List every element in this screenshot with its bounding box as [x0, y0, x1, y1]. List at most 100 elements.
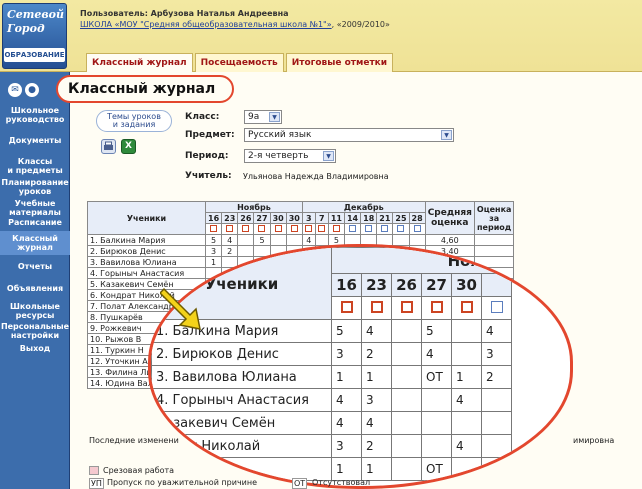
grade-cell[interactable] [451, 342, 482, 366]
grade-cell[interactable]: 4 [221, 234, 239, 246]
lesson-checkbox[interactable] [430, 300, 443, 313]
lesson-topics-button[interactable]: Темы уроков и задания [96, 110, 172, 132]
student-name[interactable]: Казакевич Семён [151, 411, 332, 435]
grade-cell[interactable]: 2 [361, 434, 392, 458]
subject-select[interactable]: Русский язык ▼ [244, 128, 454, 142]
grade-cell[interactable] [451, 457, 482, 481]
lesson-checkbox[interactable] [318, 224, 326, 232]
grade-cell[interactable] [391, 388, 422, 412]
period-grade[interactable] [473, 234, 515, 246]
mail-icon[interactable]: ✉ [8, 83, 22, 97]
grade-cell[interactable]: ОТ [421, 457, 452, 481]
grade-cell[interactable]: 5 [331, 319, 362, 343]
grade-cell[interactable] [392, 234, 410, 246]
grade-cell[interactable] [451, 319, 482, 343]
lesson-checkbox[interactable] [400, 300, 413, 313]
grade-cell[interactable]: 4 [361, 319, 392, 343]
lesson-checkbox[interactable] [365, 224, 373, 232]
lesson-checkbox[interactable] [210, 224, 218, 232]
class-select[interactable]: 9а ▼ [244, 110, 282, 124]
grade-cell[interactable]: 4 [331, 411, 362, 435]
grade-cell[interactable] [391, 342, 422, 366]
period-select[interactable]: 2-я четверть ▼ [244, 149, 336, 163]
grade-cell[interactable]: 3 [331, 434, 362, 458]
grade-cell[interactable]: 2 [481, 365, 512, 389]
lesson-checkbox[interactable] [258, 224, 266, 232]
grade-cell[interactable]: 2 [361, 342, 392, 366]
lesson-checkbox[interactable] [226, 224, 234, 232]
sidebar-item-11[interactable]: Выход [0, 344, 70, 353]
grade-cell[interactable]: 1 [331, 365, 362, 389]
grade-cell[interactable] [285, 234, 303, 246]
grade-cell[interactable] [408, 234, 426, 246]
grade-cell[interactable]: 3 [361, 388, 392, 412]
grade-cell[interactable] [481, 457, 512, 481]
sidebar-item-0[interactable]: Школьное руководство [0, 106, 70, 124]
grade-cell[interactable]: 5 [204, 234, 223, 246]
lesson-checkbox[interactable] [381, 224, 389, 232]
lesson-checkbox[interactable] [274, 224, 282, 232]
grade-cell[interactable]: 4 [451, 388, 482, 412]
grade-cell[interactable]: 4 [331, 388, 362, 412]
lesson-checkbox[interactable] [290, 224, 298, 232]
grade-cell[interactable]: 4 [421, 342, 452, 366]
sidebar-item-7[interactable]: Отчеты [0, 262, 70, 271]
grade-cell[interactable] [481, 388, 512, 412]
excel-export-icon[interactable]: X [121, 139, 136, 154]
printer-icon[interactable] [101, 139, 116, 154]
grade-cell[interactable]: 4 [301, 234, 316, 246]
sidebar-item-2[interactable]: Классы и предметы [0, 157, 70, 175]
student-name[interactable]: 3. Вавилова Юлиана [151, 365, 332, 389]
grade-cell[interactable] [481, 411, 512, 435]
student-name[interactable]: ндрат Николай [151, 434, 332, 458]
tab-attendance[interactable]: Посещаемость [194, 53, 284, 72]
lesson-checkbox[interactable] [242, 224, 250, 232]
sidebar-item-10[interactable]: Персональные настройки [0, 322, 70, 340]
grade-cell[interactable]: 4 [361, 411, 392, 435]
grade-cell[interactable]: 4 [451, 434, 482, 458]
lesson-checkbox[interactable] [397, 224, 405, 232]
lesson-checkbox[interactable] [460, 300, 473, 313]
grade-cell[interactable] [314, 234, 329, 246]
grade-cell[interactable] [391, 457, 422, 481]
school-link[interactable]: ШКОЛА «МОУ "Средняя общеобразовательная … [80, 20, 332, 29]
sidebar-item-1[interactable]: Документы [0, 136, 70, 145]
sidebar-item-6[interactable]: Классный журнал [0, 231, 70, 255]
grade-cell[interactable]: 1 [361, 365, 392, 389]
grade-cell[interactable] [391, 434, 422, 458]
logo[interactable]: Сетевой Город ОБРАЗОВАНИЕ [2, 3, 67, 69]
sidebar-item-4[interactable]: Учебные материалы [0, 199, 70, 217]
sidebar-item-8[interactable]: Объявления [0, 284, 70, 293]
sidebar-item-3[interactable]: Планирование уроков [0, 178, 70, 196]
lesson-checkbox[interactable] [305, 224, 313, 232]
lesson-checkbox[interactable] [340, 300, 353, 313]
grade-cell[interactable]: ОТ [421, 365, 452, 389]
grade-cell[interactable]: 5 [421, 319, 452, 343]
grade-cell[interactable] [421, 434, 452, 458]
grade-cell[interactable] [237, 234, 255, 246]
lesson-checkbox[interactable] [349, 224, 357, 232]
lesson-checkbox[interactable] [413, 224, 421, 232]
grade-cell[interactable]: 5 [253, 234, 271, 246]
grade-cell[interactable]: 1 [451, 365, 482, 389]
lesson-checkbox[interactable] [370, 300, 383, 313]
chat-icon[interactable]: ● [25, 83, 39, 97]
grade-cell[interactable] [391, 365, 422, 389]
grade-cell[interactable] [451, 411, 482, 435]
sidebar-item-9[interactable]: Школьные ресурсы [0, 302, 70, 320]
student-name[interactable]: 2. Бирюков Денис [151, 342, 332, 366]
grade-cell[interactable]: 4 [481, 319, 512, 343]
sidebar-item-5[interactable]: Расписание [0, 218, 70, 227]
student-name[interactable]: 1. Балкина Мария [87, 234, 206, 246]
grade-cell[interactable] [421, 388, 452, 412]
grade-cell[interactable] [391, 411, 422, 435]
grade-cell[interactable]: 3 [481, 342, 512, 366]
tab-final-grades[interactable]: Итоговые отметки [285, 53, 394, 72]
grade-cell[interactable]: 3 [331, 342, 362, 366]
grade-cell[interactable] [391, 319, 422, 343]
grade-cell[interactable] [481, 434, 512, 458]
tab-class-journal[interactable]: Классный журнал [86, 53, 193, 72]
student-name[interactable]: 4. Горыныч Анастасия [151, 388, 332, 412]
grade-cell[interactable] [269, 234, 287, 246]
lesson-checkbox[interactable] [332, 224, 340, 232]
